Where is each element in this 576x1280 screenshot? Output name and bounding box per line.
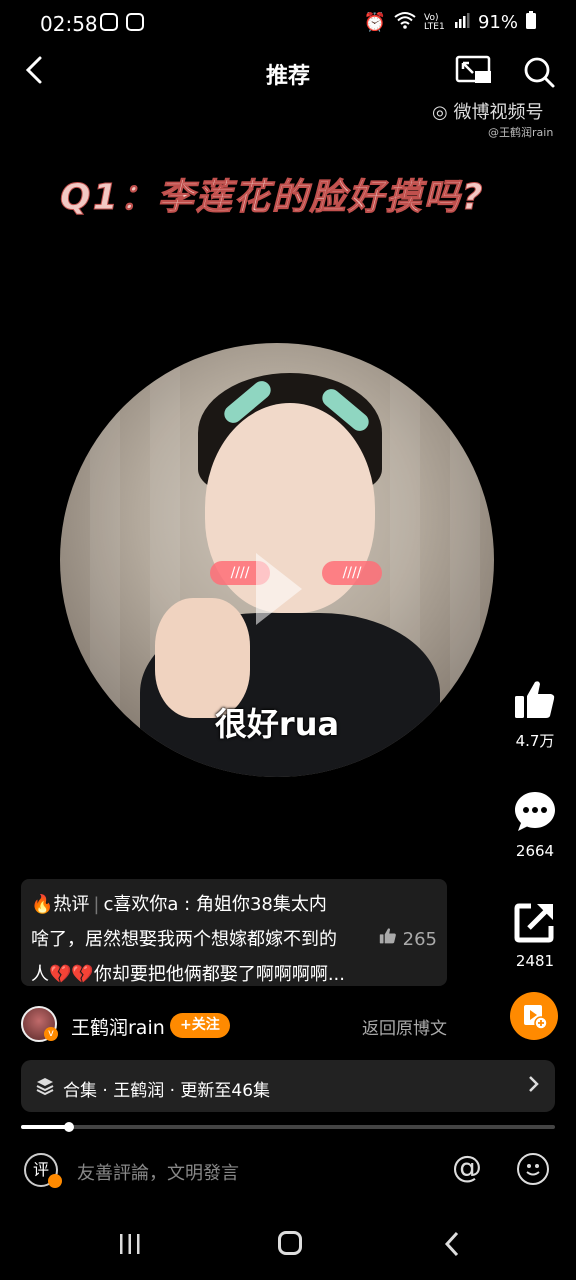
comment-badge-icon (48, 1174, 62, 1188)
hot-comment-text-2: 啥了，居然想娶我两个想嫁都嫁不到的 (31, 929, 337, 950)
follow-button[interactable]: +关注 (170, 1013, 230, 1038)
video-add-icon (524, 1005, 548, 1030)
watermark-brand: ◎ 微博视频号 (432, 98, 553, 124)
add-to-collection-button[interactable] (510, 992, 558, 1040)
video-progress-bar[interactable] (21, 1122, 555, 1132)
thumbs-up-icon (379, 928, 396, 944)
collection-bar[interactable]: 合集 · 王鹤润 · 更新至46集 (21, 1060, 555, 1112)
comment-bubble-icon (515, 792, 555, 831)
home-button[interactable] (278, 1231, 302, 1255)
pip-icon (455, 55, 491, 83)
back-to-original-post-link[interactable]: 返回原博文 (362, 1014, 447, 1039)
video-player[interactable]: //// //// 很好rua (60, 343, 494, 777)
search-button[interactable] (522, 55, 556, 93)
mention-at-icon[interactable]: @ (452, 1150, 482, 1185)
search-icon (524, 57, 555, 88)
hot-comment-likes[interactable]: 265 (379, 922, 437, 957)
like-count: 4.7万 (515, 732, 555, 750)
verified-badge-icon: v (44, 1027, 58, 1041)
network-label: Vo) LTE1 (423, 12, 445, 32)
emoji-button[interactable] (517, 1153, 549, 1185)
recent-apps-button[interactable] (118, 1232, 142, 1260)
hot-comment-tag: 热评 (53, 894, 90, 915)
fire-icon: 🔥 (31, 894, 54, 915)
picture-in-picture-button[interactable] (455, 55, 493, 91)
smiley-icon (526, 1164, 540, 1176)
system-back-button[interactable] (442, 1230, 462, 1262)
thumbs-up-icon (515, 681, 555, 718)
status-bar: 02:58 ⏰ Vo) LTE1 91% (0, 0, 576, 46)
play-icon[interactable] (256, 553, 302, 625)
video-progress-fill (21, 1125, 69, 1129)
comment-button[interactable]: 2664 (508, 790, 562, 860)
bilibili-icon (126, 13, 144, 31)
back-arrow-icon (444, 1231, 459, 1257)
comment-input[interactable] (75, 1158, 429, 1188)
watermark-user: @王鹤润rain (488, 126, 554, 139)
layers-icon (35, 1076, 55, 1100)
share-button[interactable]: 2481 (508, 900, 562, 970)
blush-sticker-right: //// (322, 561, 382, 585)
chevron-right-icon (527, 1074, 541, 1099)
comment-count: 2664 (515, 842, 555, 860)
hot-comment-like-count: 265 (402, 929, 437, 950)
hot-comment-text-1: 角姐你38集太内 (195, 894, 327, 915)
weibo-logo-icon: ◎ (432, 102, 448, 123)
battery-text: 91% (477, 12, 518, 33)
divider: | (93, 894, 100, 915)
share-icon (514, 903, 554, 943)
video-overlay-title: Q1：李莲花的脸好摸吗? (60, 177, 485, 219)
hot-comment-user: c喜欢你a (103, 894, 179, 915)
alarm-icon: ⏰ (363, 12, 386, 33)
collection-text: 合集 · 王鹤润 · 更新至46集 (63, 1081, 271, 1101)
status-right: ⏰ Vo) LTE1 91% (364, 11, 536, 34)
status-time: 02:58 (40, 12, 98, 36)
like-button[interactable]: 4.7万 (508, 678, 562, 751)
status-app-icons (100, 13, 144, 31)
author-name[interactable]: 王鹤润rain (71, 1013, 165, 1040)
video-subtitle: 很好rua (214, 705, 340, 743)
hot-comment-card[interactable]: 🔥热评 | c喜欢你a : 角姐你38集太内 啥了，居然想娶我两个想嫁都嫁不到的 人… (21, 879, 447, 986)
wifi-icon (394, 11, 416, 34)
signal-icon (454, 12, 470, 33)
recent-apps-icon (120, 1234, 140, 1254)
hot-comment-text-3: 人💔💔你却要把他俩都娶了啊啊啊啊... (31, 964, 345, 985)
hot-comment-line1: 🔥热评 | c喜欢你a : 角姐你38集太内 (31, 894, 327, 915)
watermark-brand-text: 微博视频号 (453, 102, 544, 123)
instagram-icon (100, 13, 118, 31)
battery-icon (526, 11, 536, 34)
weibo-video-watermark: ◎ 微博视频号 @王鹤润rain (432, 98, 553, 140)
video-progress-handle[interactable] (64, 1122, 74, 1132)
share-count: 2481 (515, 952, 555, 970)
